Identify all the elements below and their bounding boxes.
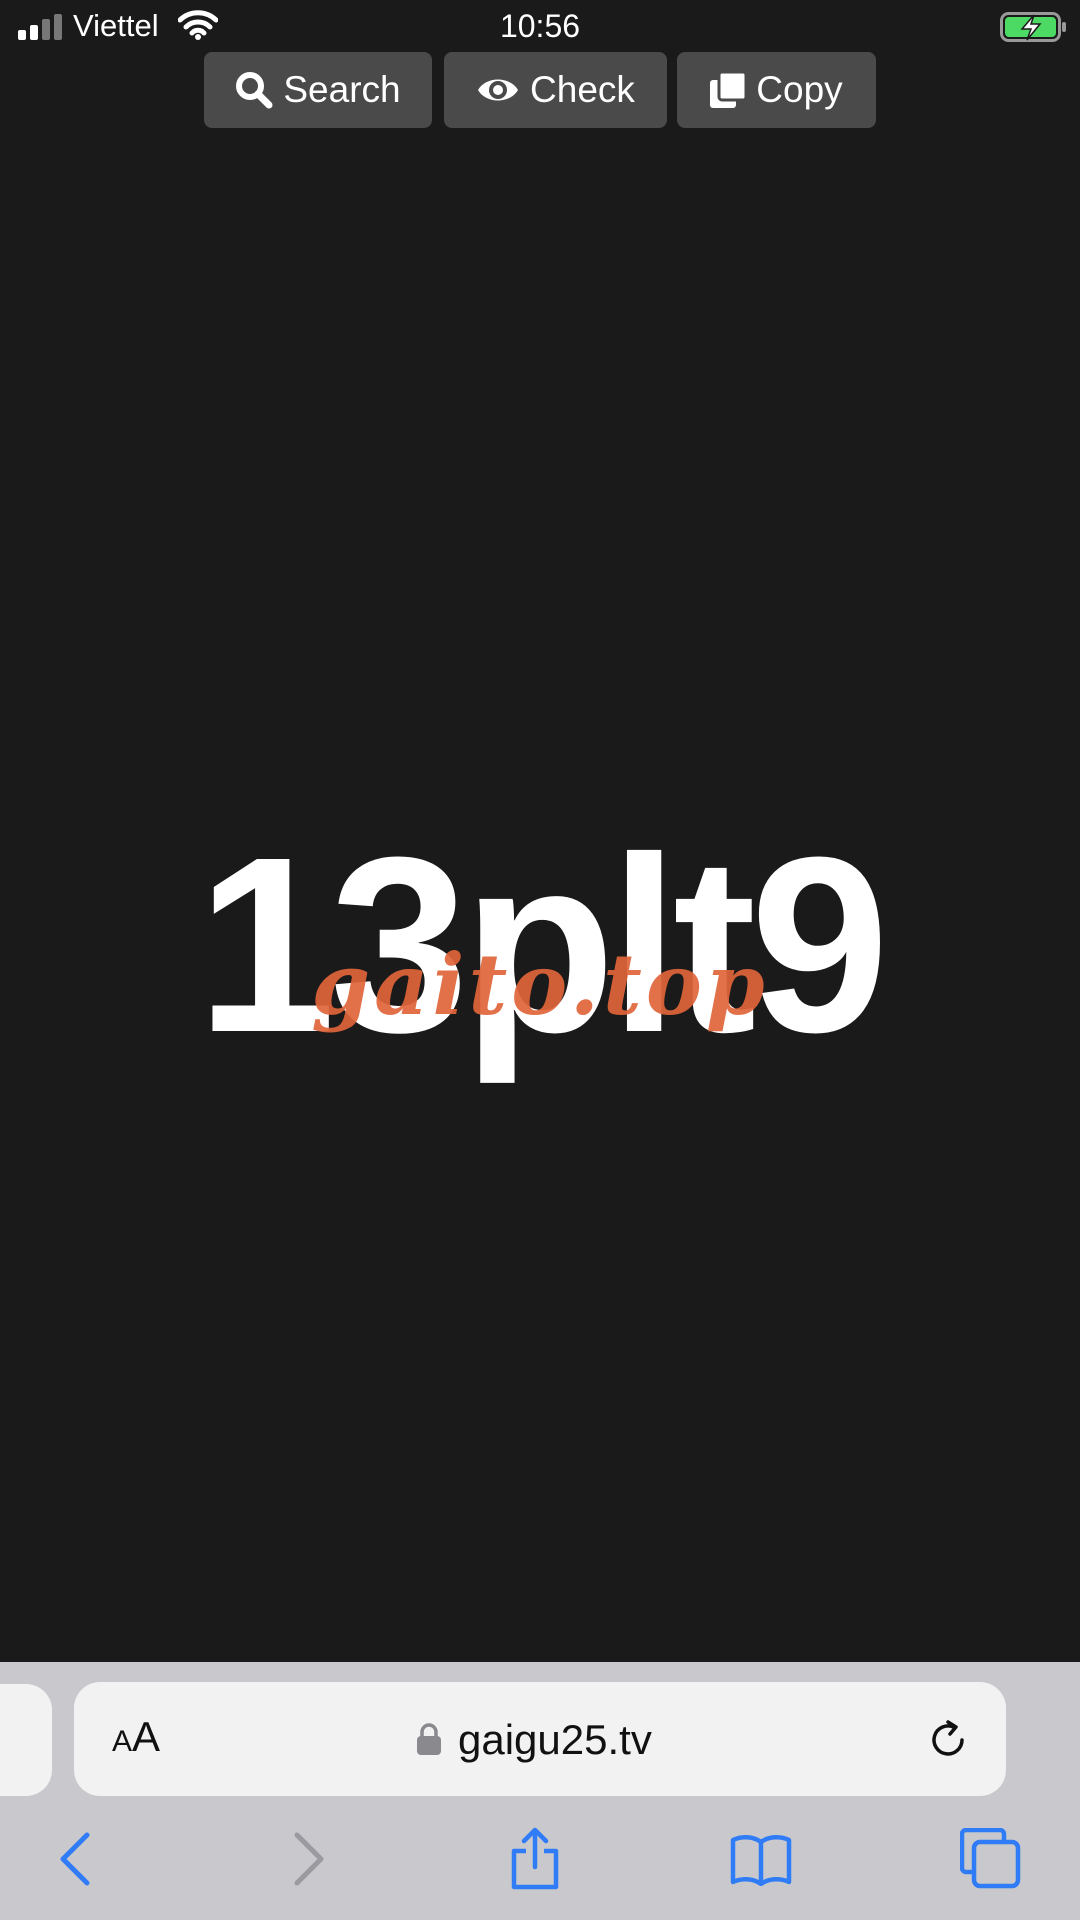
previous-tab-preview[interactable] [0,1684,52,1796]
battery-charging-icon [1000,12,1066,42]
share-button[interactable] [500,1824,570,1894]
lock-icon [417,1723,441,1755]
status-bar: Viettel 10:56 [0,0,1080,52]
search-icon [236,72,273,109]
text-size-big-glyph: A [132,1713,161,1760]
forward-button[interactable] [274,1824,344,1894]
check-button[interactable]: Check [444,52,667,128]
search-button-label: Search [283,69,401,110]
url-text: gaigu25.tv [458,1716,652,1763]
watermark: gaito.top [311,935,769,1034]
bookmarks-button[interactable] [726,1824,796,1894]
back-icon [60,1832,90,1886]
eye-icon [478,79,519,101]
copy-button-label: Copy [756,69,843,110]
tabs-button[interactable] [956,1824,1026,1894]
status-time: 10:56 [499,8,581,44]
copy-button[interactable]: Copy [677,52,876,128]
navigation-bar [0,1814,1080,1914]
share-icon [511,1827,559,1890]
bookmarks-icon [730,1835,792,1886]
screen: Viettel 10:56 Search Check Copy 13plt9 g… [0,0,1080,1920]
tabs-icon [960,1828,1021,1889]
copy-icon [710,72,747,108]
address-bar[interactable]: AA gaigu25.tv [74,1682,1006,1796]
check-button-label: Check [530,69,635,110]
text-size-button[interactable]: AA [112,1716,160,1758]
action-toolbar: Search Check Copy [0,52,1080,130]
browser-bottom-bar: AA gaigu25.tv [0,1662,1080,1920]
forward-icon [294,1832,324,1886]
search-button[interactable]: Search [204,52,432,128]
back-button[interactable] [40,1824,110,1894]
text-size-small-glyph: A [112,1725,133,1758]
reload-icon[interactable] [926,1718,970,1762]
